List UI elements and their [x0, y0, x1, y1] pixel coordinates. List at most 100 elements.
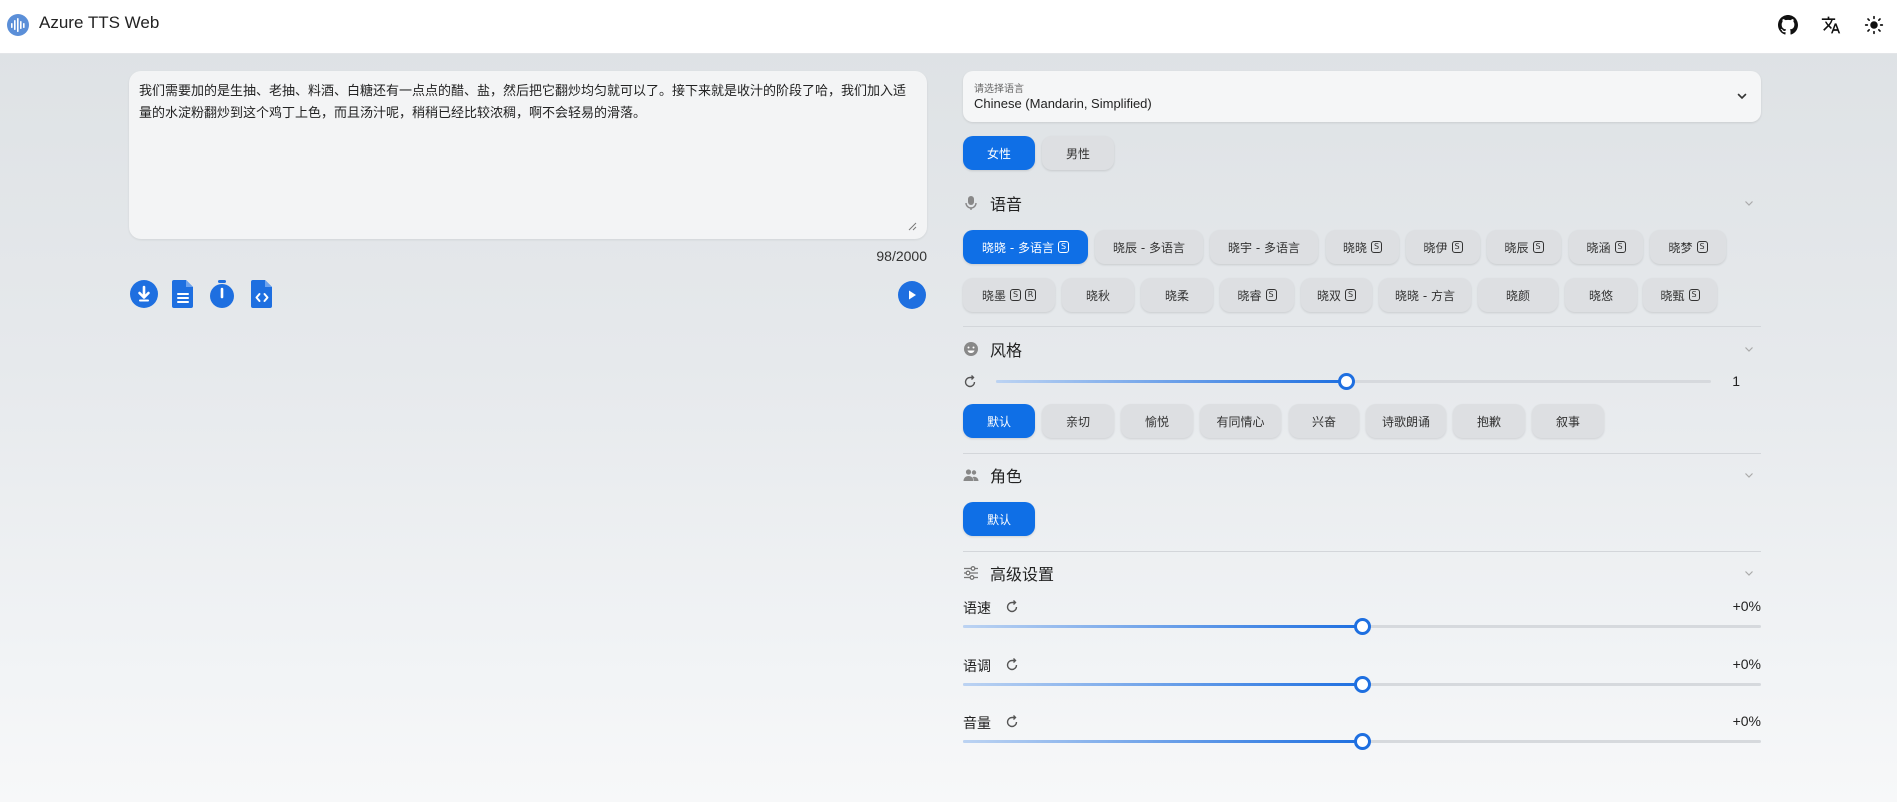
style-chip[interactable]: 叙事: [1532, 404, 1604, 438]
voice-feature-badge: S: [1696, 241, 1708, 253]
voice-chip[interactable]: 晓秋: [1062, 278, 1134, 312]
style-degree-value: 1: [1732, 373, 1740, 389]
role-section-header[interactable]: 角色: [963, 463, 1761, 487]
voice-chip[interactable]: 晓涵 S: [1569, 230, 1643, 264]
voice-feature-badge: S: [1451, 241, 1463, 253]
voice-chip-label: 晓柔: [1164, 288, 1189, 303]
translate-icon[interactable]: [1818, 12, 1844, 38]
voice-section-title: 语音: [990, 195, 1023, 214]
advanced-slider-thumb[interactable]: [1353, 676, 1371, 693]
style-chip[interactable]: 有同情心: [1200, 404, 1281, 438]
style-chip[interactable]: 抱歉: [1453, 404, 1525, 438]
advanced-slider-value: +0%: [1732, 713, 1761, 729]
voice-feature-badge: S: [1265, 289, 1277, 301]
voice-feature-badge: S: [1345, 289, 1356, 301]
voice-chip[interactable]: 晓颜: [1478, 278, 1558, 312]
reset-icon[interactable]: [1005, 715, 1019, 729]
voice-section-header[interactable]: 语音: [963, 191, 1761, 215]
gender-female-button[interactable]: 女性: [963, 136, 1035, 170]
voice-chip[interactable]: 晓墨 S R: [963, 278, 1055, 312]
people-icon: [963, 469, 979, 481]
gender-male-button[interactable]: 男性: [1042, 136, 1114, 170]
advanced-slider-thumb[interactable]: [1353, 733, 1371, 750]
voice-chip-label: 晓甄: [1660, 288, 1685, 303]
role-default-button[interactable]: 默认: [963, 502, 1035, 536]
voice-chip-label: 晓晓: [1342, 240, 1367, 255]
advanced-section-title: 高级设置: [990, 565, 1055, 584]
voice-chip-label: 晓睿: [1237, 288, 1262, 303]
chevron-down-icon: [1745, 347, 1753, 352]
chevron-down-icon: [1745, 473, 1753, 478]
voice-feature-badge: S: [1371, 241, 1382, 253]
advanced-slider-fill: [963, 683, 1362, 686]
voice-feature-badge: R: [1025, 289, 1036, 301]
app-title: Azure TTS Web: [39, 13, 160, 32]
style-chip[interactable]: 亲切: [1042, 404, 1114, 438]
download-icon[interactable]: [129, 279, 159, 309]
voice-feature-badge: S: [1532, 241, 1544, 253]
voice-chip[interactable]: 晓柔: [1141, 278, 1213, 312]
section-divider: [963, 551, 1761, 552]
voice-chip-label: 晓双: [1316, 288, 1341, 303]
voice-chip-label: 晓辰 - 多语言: [1113, 240, 1185, 255]
style-section-header[interactable]: 风格: [963, 337, 1761, 361]
voice-chip[interactable]: 晓伊 S: [1406, 230, 1480, 264]
voice-chip[interactable]: 晓梦 S: [1650, 230, 1726, 264]
reset-icon[interactable]: [963, 375, 977, 389]
style-chip[interactable]: 兴奋: [1289, 404, 1359, 438]
voice-feature-badge: S: [1614, 241, 1626, 253]
voice-chip[interactable]: 晓晓 - 多语言 S: [963, 230, 1088, 264]
document-icon[interactable]: [168, 279, 198, 309]
advanced-slider-fill: [963, 625, 1362, 628]
timer-icon[interactable]: [207, 279, 237, 309]
theme-sun-icon[interactable]: [1861, 12, 1887, 38]
voice-chip-label: 晓宇 - 多语言: [1228, 240, 1300, 255]
section-divider: [963, 326, 1761, 327]
voice-chip-label: 晓晓 - 方言: [1395, 288, 1455, 303]
char-count: 98/2000: [876, 248, 927, 264]
chevron-down-icon: [1737, 93, 1747, 100]
voice-chip-label: 晓涵: [1586, 240, 1611, 255]
chevron-down-icon: [1745, 201, 1753, 206]
resize-grip-icon[interactable]: [907, 221, 917, 231]
style-chip[interactable]: 诗歌朗诵: [1366, 404, 1446, 438]
advanced-slider-label: 语速: [963, 601, 991, 617]
style-chip[interactable]: 默认: [963, 404, 1035, 438]
sliders-icon: [964, 566, 978, 580]
tts-text-input[interactable]: 我们需要加的是生抽、老抽、料酒、白糖还有一点点的醋、盐，然后把它翻炒均匀就可以了…: [139, 81, 917, 229]
advanced-slider-fill: [963, 740, 1362, 743]
advanced-slider-value: +0%: [1732, 598, 1761, 614]
microphone-icon: [965, 196, 977, 210]
text-input-card: 我们需要加的是生抽、老抽、料酒、白糖还有一点点的醋、盐，然后把它翻炒均匀就可以了…: [129, 71, 927, 239]
voice-chip-label: 晓秋: [1085, 288, 1110, 303]
voice-chip[interactable]: 晓双 S: [1301, 278, 1372, 312]
language-select-label: 请选择语言: [974, 84, 1024, 95]
voice-chip-label: 晓颜: [1505, 288, 1530, 303]
voice-chip[interactable]: 晓甄 S: [1643, 278, 1717, 312]
github-icon[interactable]: [1775, 12, 1801, 38]
style-degree-slider-thumb[interactable]: [1337, 373, 1355, 390]
voice-chip-label: 晓梦: [1668, 240, 1693, 255]
reset-icon[interactable]: [1005, 658, 1019, 672]
code-file-icon[interactable]: [247, 279, 277, 309]
voice-chip-label: 晓墨: [981, 288, 1006, 303]
voice-feature-badge: S: [1688, 289, 1700, 301]
voice-chip[interactable]: 晓悠: [1565, 278, 1637, 312]
advanced-slider-thumb[interactable]: [1353, 618, 1371, 635]
voice-chip[interactable]: 晓辰 - 多语言: [1095, 230, 1203, 264]
language-select[interactable]: 请选择语言 Chinese (Mandarin, Simplified): [963, 71, 1761, 122]
reset-icon[interactable]: [1005, 600, 1019, 614]
advanced-section-header[interactable]: 高级设置: [963, 561, 1761, 585]
voice-chip[interactable]: 晓睿 S: [1220, 278, 1294, 312]
top-app-bar: Azure TTS Web: [0, 0, 1897, 54]
voice-chip[interactable]: 晓辰 S: [1487, 230, 1561, 264]
play-button[interactable]: [898, 281, 926, 309]
advanced-slider-label: 语调: [963, 659, 991, 675]
app-logo-icon: [7, 14, 29, 36]
voice-chip-label: 晓辰: [1504, 240, 1529, 255]
voice-chip[interactable]: 晓晓 S: [1326, 230, 1399, 264]
voice-chip[interactable]: 晓晓 - 方言: [1379, 278, 1471, 312]
style-section-title: 风格: [990, 341, 1023, 360]
voice-chip[interactable]: 晓宇 - 多语言: [1210, 230, 1318, 264]
style-chip[interactable]: 愉悦: [1121, 404, 1193, 438]
